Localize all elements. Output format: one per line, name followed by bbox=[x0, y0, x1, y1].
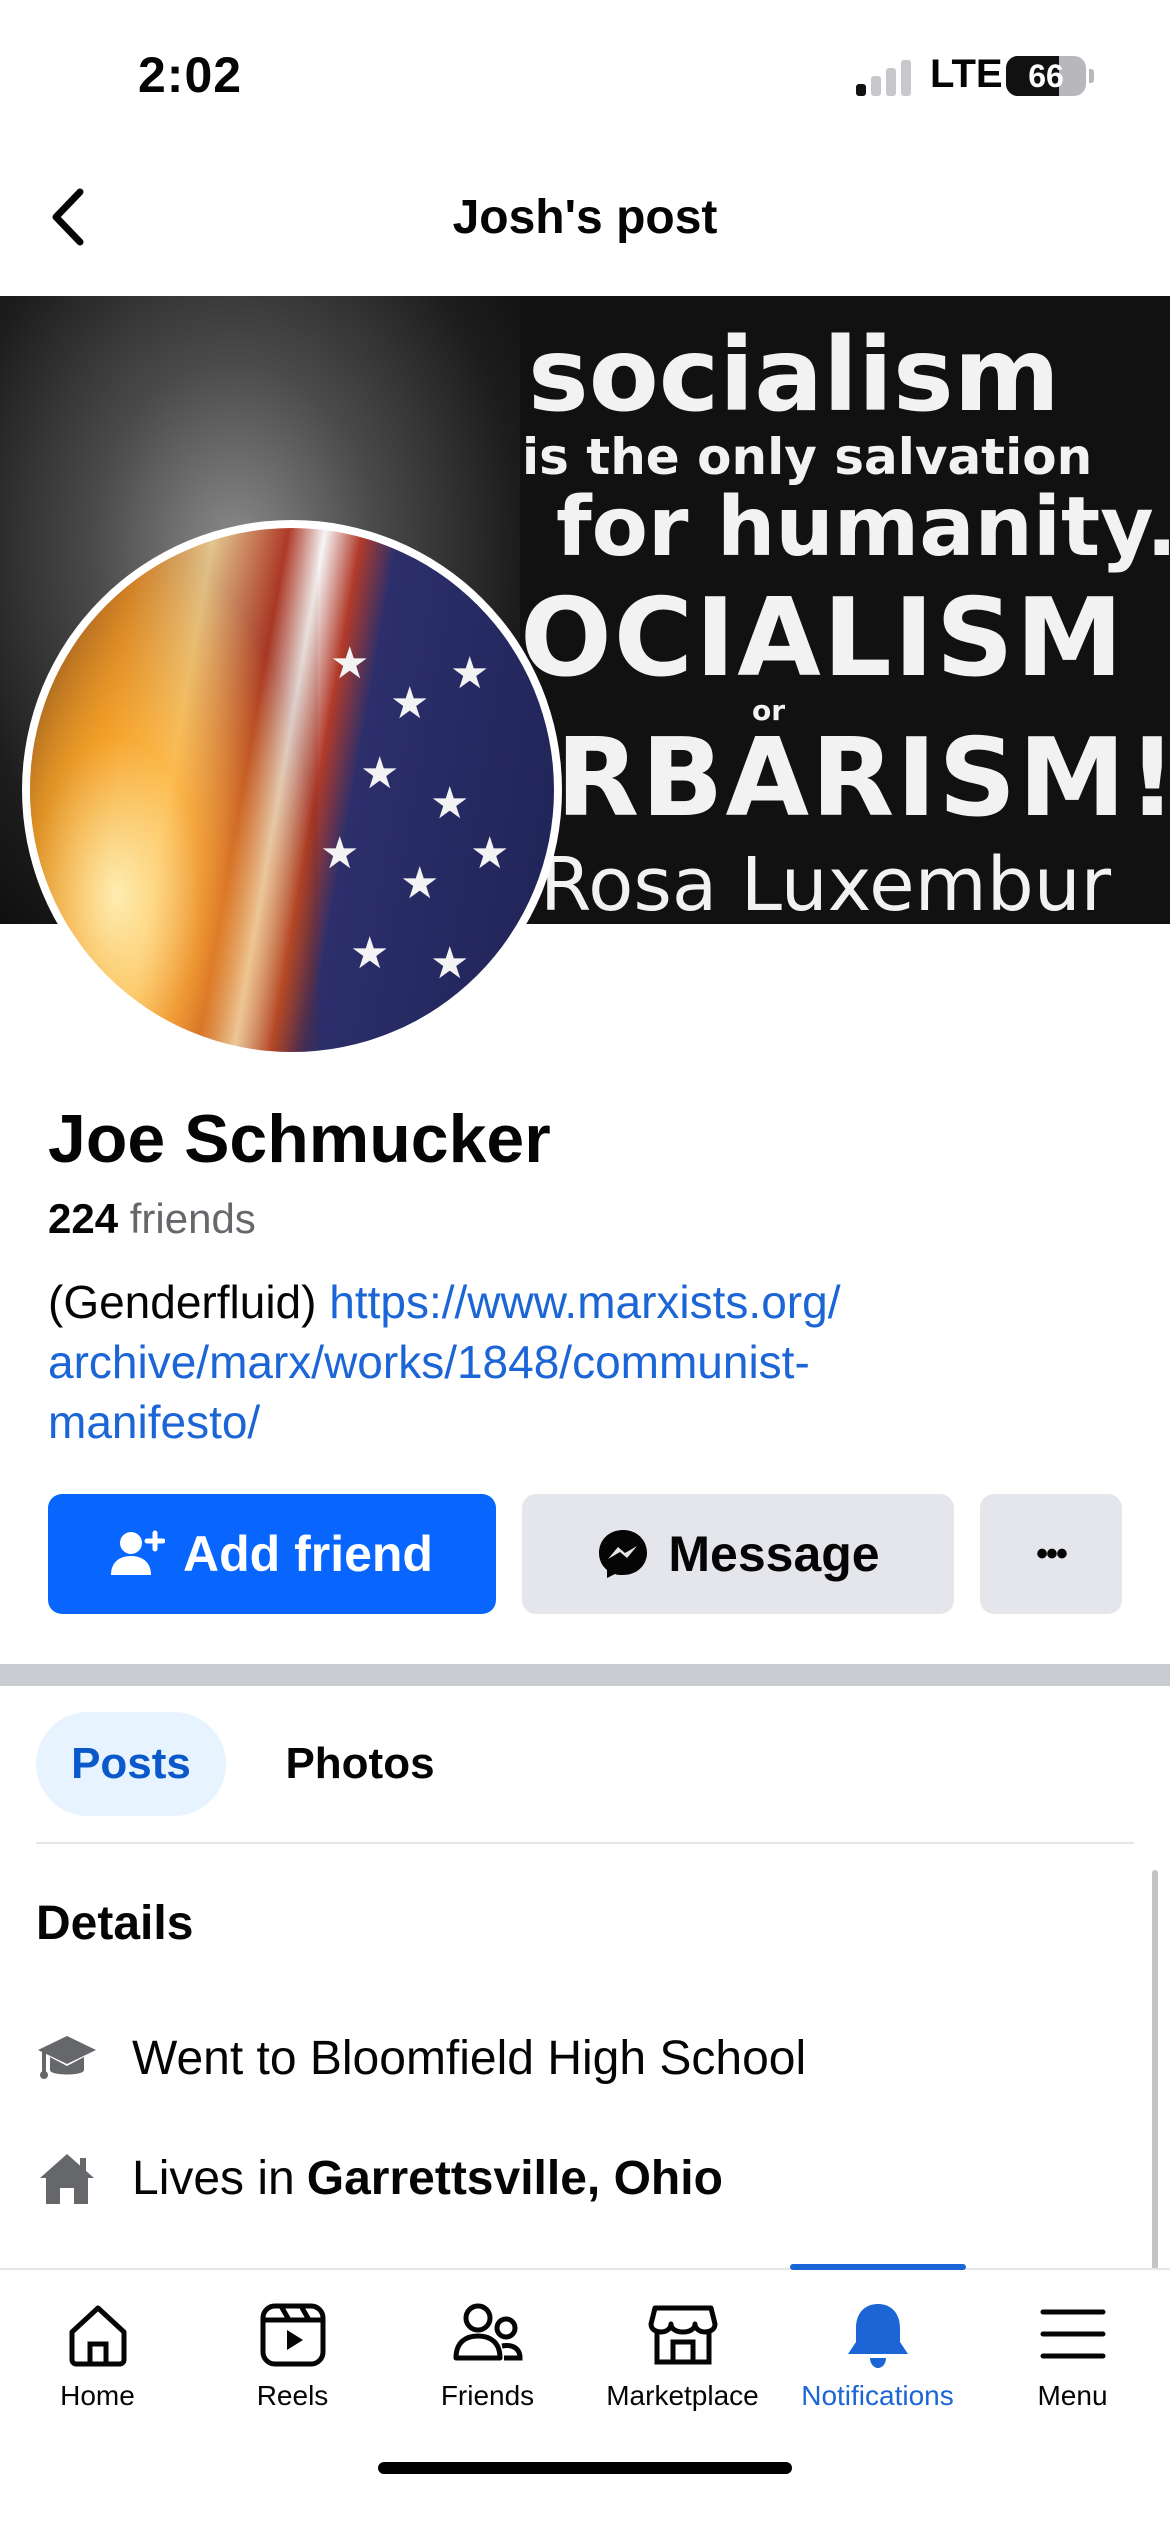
nav-friends[interactable]: Friends bbox=[390, 2270, 585, 2440]
tab-posts[interactable]: Posts bbox=[36, 1712, 226, 1816]
nav-label: Notifications bbox=[801, 2380, 954, 2411]
avatar-image: ★ ★ ★ ★ ★ ★ ★ ★ ★ ★ bbox=[30, 528, 554, 1052]
page-title: Josh's post bbox=[452, 191, 718, 244]
cover-text-line: socialism bbox=[528, 316, 1060, 435]
status-bar: 2:02 LTE 66 bbox=[0, 0, 1170, 150]
add-friend-label: Add friend bbox=[183, 1526, 433, 1582]
nav-label: Reels bbox=[256, 2380, 329, 2411]
profile-name: Joe Schmucker bbox=[48, 1101, 551, 1177]
cover-text-line: RBARISM! bbox=[556, 716, 1170, 841]
top-bar: Josh's post bbox=[0, 160, 1170, 280]
bell-icon bbox=[847, 2304, 908, 2368]
lives-in-place[interactable]: Garrettsville, Ohio bbox=[307, 2151, 723, 2206]
cover-text-line: is the only salvation bbox=[522, 428, 1093, 486]
house-icon bbox=[40, 2154, 94, 2204]
bio-link-part: archive/marx/works/1848/communist- bbox=[48, 1336, 810, 1388]
add-friend-button[interactable]: Add friend bbox=[48, 1494, 496, 1614]
cover-text-line: OCIALISM bbox=[520, 576, 1126, 701]
status-time: 2:02 bbox=[138, 47, 243, 103]
friends-number: 224 bbox=[48, 1195, 119, 1242]
friends-icon bbox=[453, 2303, 523, 2361]
bottom-nav: Home Reels Friends Marketplace Notificat… bbox=[0, 2264, 1170, 2532]
nav-label: Menu bbox=[1037, 2380, 1108, 2411]
friends-label: friends bbox=[129, 1195, 256, 1242]
network-label: LTE bbox=[930, 52, 1003, 96]
section-divider bbox=[0, 1664, 1170, 1686]
profile-bio: (Genderfluid) https://www.marxists.org/a… bbox=[48, 1272, 1128, 1452]
detail-education: Went to Bloomfield High School bbox=[36, 2018, 806, 2098]
nav-menu[interactable]: Menu bbox=[975, 2270, 1170, 2440]
more-options-button[interactable]: ••• bbox=[980, 1494, 1122, 1614]
battery-icon: 66 bbox=[1006, 56, 1094, 96]
cover-text-line: for humanity. bbox=[556, 480, 1170, 575]
add-person-icon bbox=[111, 1530, 165, 1575]
home-indicator[interactable] bbox=[378, 2462, 792, 2474]
nav-label: Friends bbox=[440, 2380, 535, 2411]
messenger-icon bbox=[599, 1530, 648, 1578]
signal-icon bbox=[856, 58, 914, 96]
menu-icon bbox=[1040, 2309, 1105, 2359]
bio-link-part: https://www.marxists.org/ bbox=[329, 1276, 841, 1328]
detail-location: Lives in Garrettsville, Ohio bbox=[36, 2138, 723, 2218]
cover-text-line: Rosa Luxembur bbox=[540, 842, 1112, 924]
home-icon bbox=[69, 2305, 126, 2367]
nav-label: Home bbox=[60, 2380, 135, 2411]
education-text: Went to Bloomfield High School bbox=[132, 2031, 807, 2085]
reels-icon bbox=[260, 2303, 325, 2367]
more-dots-icon: ••• bbox=[1036, 1534, 1068, 1573]
friends-count[interactable]: 224 friends bbox=[48, 1195, 256, 1243]
profile-avatar[interactable]: ★ ★ ★ ★ ★ ★ ★ ★ ★ ★ bbox=[22, 520, 562, 1060]
message-button[interactable]: Message bbox=[522, 1494, 954, 1614]
nav-home[interactable]: Home bbox=[0, 2270, 195, 2440]
marketplace-icon bbox=[648, 2305, 717, 2365]
lives-in-prefix: Lives in bbox=[132, 2151, 295, 2205]
message-label: Message bbox=[668, 1526, 880, 1582]
tab-photos[interactable]: Photos bbox=[260, 1712, 460, 1816]
nav-reels[interactable]: Reels bbox=[195, 2270, 390, 2440]
nav-label: Marketplace bbox=[606, 2380, 759, 2411]
battery-level: 66 bbox=[1028, 58, 1064, 94]
bio-text: (Genderfluid) bbox=[48, 1276, 317, 1328]
nav-notifications[interactable]: Notifications bbox=[780, 2270, 975, 2440]
graduation-cap-icon bbox=[38, 2036, 96, 2079]
nav-marketplace[interactable]: Marketplace bbox=[585, 2270, 780, 2440]
bio-link-part: manifesto/ bbox=[48, 1396, 261, 1448]
tabs-divider bbox=[36, 1842, 1134, 1844]
details-heading: Details bbox=[36, 1897, 194, 1950]
